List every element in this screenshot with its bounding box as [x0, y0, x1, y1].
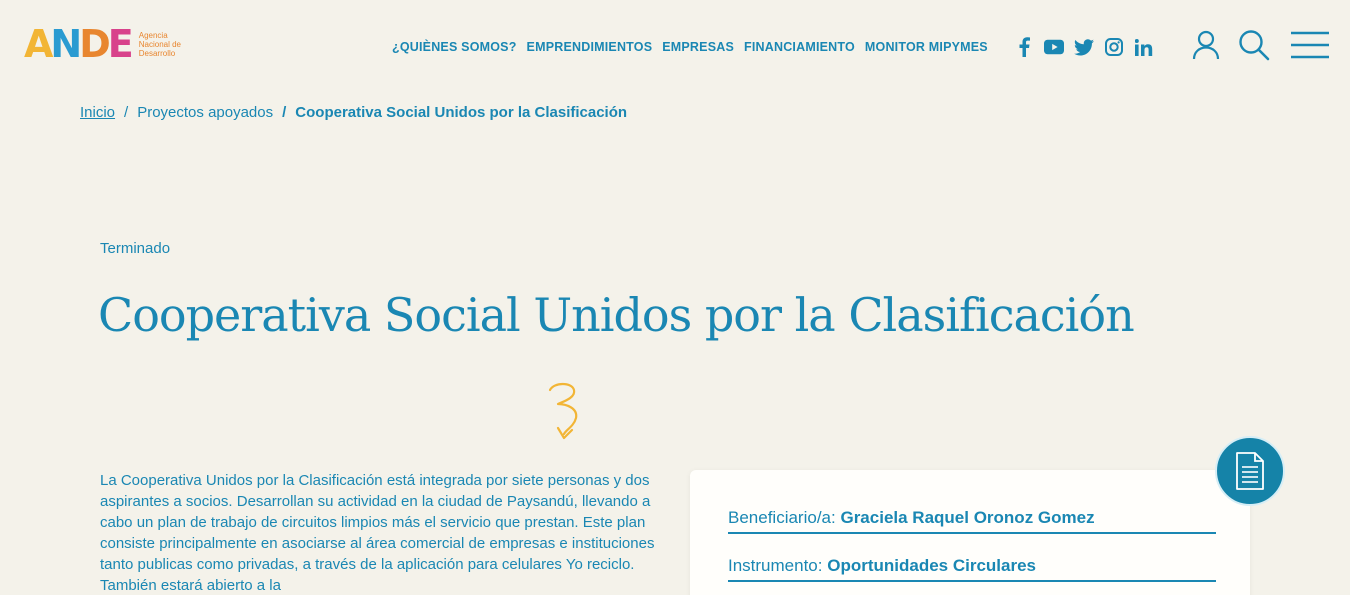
nav-item-emprendimientos[interactable]: EMPRENDIMIENTOS: [527, 40, 653, 54]
breadcrumb-separator: /: [124, 104, 129, 121]
ande-logo[interactable]: A N D E Agencia Nacional de Desarrollo: [24, 24, 195, 64]
breadcrumb-current: Cooperativa Social Unidos por la Clasifi…: [295, 104, 628, 121]
instrument-label: Instrumento:: [728, 556, 823, 575]
breadcrumb-separator: /: [282, 104, 287, 121]
logo-text: Agencia Nacional de Desarrollo: [138, 30, 181, 58]
main-nav: ¿QUIÈNES SOMOS? EMPRENDIMIENTOS EMPRESAS…: [392, 40, 988, 54]
twitter-icon[interactable]: [1074, 37, 1094, 57]
page-title: Cooperativa Social Unidos por la Clasifi…: [98, 288, 1135, 342]
logo-letter-a: A: [24, 22, 53, 66]
logo-letter-d: D: [79, 22, 111, 66]
document-icon: [1236, 452, 1264, 490]
nav-item-financiamiento[interactable]: FINANCIAMIENTO: [744, 40, 855, 54]
facebook-icon[interactable]: [1014, 37, 1034, 57]
beneficiary-label: Beneficiario/a:: [728, 508, 836, 527]
project-status: Terminado: [100, 240, 171, 257]
nav-item-monitor-mipymes[interactable]: MONITOR MIPYMES: [865, 40, 988, 54]
nav-item-empresas[interactable]: EMPRESAS: [662, 40, 734, 54]
instrument-value[interactable]: Oportunidades Circulares: [827, 556, 1036, 575]
breadcrumb-section[interactable]: Proyectos apoyados: [137, 104, 273, 121]
nav-item-quienes-somos[interactable]: ¿QUIÈNES SOMOS?: [392, 40, 517, 54]
logo-mark: A N D E: [24, 22, 134, 66]
user-icon[interactable]: [1190, 28, 1222, 62]
search-icon[interactable]: [1238, 28, 1270, 62]
beneficiary-value: Graciela Raquel Oronoz Gomez: [840, 508, 1095, 527]
instagram-icon[interactable]: [1104, 37, 1124, 57]
instrument-row: Instrumento: Oportunidades Circulares: [728, 556, 1216, 582]
beneficiary-row: Beneficiario/a: Graciela Raquel Oronoz G…: [728, 508, 1216, 534]
project-info-card: Beneficiario/a: Graciela Raquel Oronoz G…: [690, 470, 1250, 595]
breadcrumb-home-link[interactable]: Inicio: [80, 104, 115, 121]
logo-letter-n: N: [50, 22, 82, 66]
menu-icon[interactable]: [1290, 29, 1330, 61]
breadcrumb: Inicio / Proyectos apoyados / Cooperativ…: [80, 104, 627, 121]
header-tools: [1190, 28, 1330, 62]
youtube-icon[interactable]: [1044, 37, 1064, 57]
logo-letter-e: E: [107, 22, 134, 66]
site-header: A N D E Agencia Nacional de Desarrollo ¿…: [0, 0, 1350, 90]
document-button[interactable]: [1215, 436, 1285, 506]
squiggle-decoration: [548, 382, 578, 440]
social-links: [1014, 37, 1154, 57]
linkedin-icon[interactable]: [1134, 37, 1154, 57]
project-description: La Cooperativa Unidos por la Clasificaci…: [100, 472, 655, 594]
